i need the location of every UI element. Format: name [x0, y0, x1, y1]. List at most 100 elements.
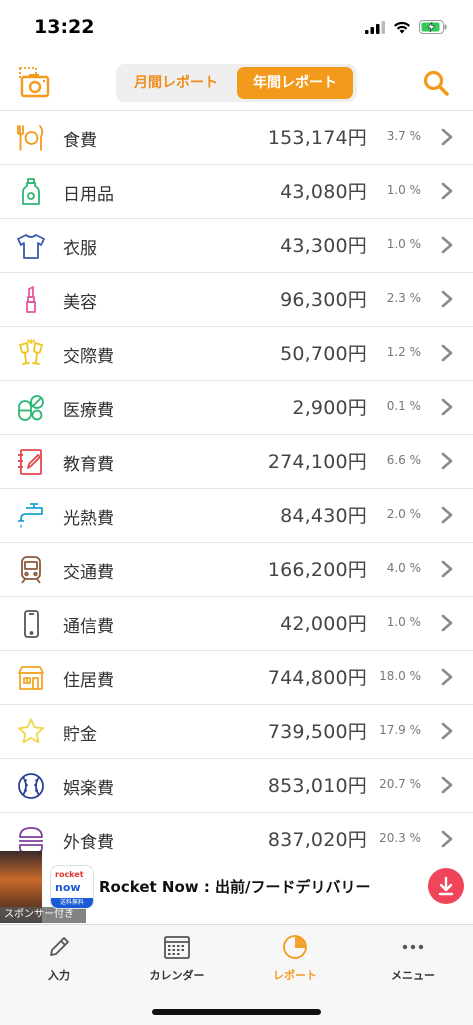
- tab-label: 入力: [48, 969, 70, 982]
- calendar-icon: [164, 936, 190, 959]
- ad-banner[interactable]: スポンサー付き rocket now 送料無料 Rocket Now : 出前/…: [0, 851, 473, 923]
- category-percent: 20.3 %: [379, 831, 421, 845]
- lipstick-icon: [26, 286, 36, 313]
- pie-chart-icon: [283, 935, 307, 959]
- category-row-transportation[interactable]: 交通費 166,200円 4.0 %: [0, 543, 473, 597]
- category-row-savings[interactable]: 貯金 739,500円 17.9 %: [0, 705, 473, 759]
- category-percent: 2.0 %: [386, 507, 421, 521]
- category-amount: 43,080円: [280, 181, 367, 203]
- faucet-icon: [18, 503, 43, 528]
- category-percent: 1.0 %: [386, 237, 421, 251]
- tab-label: カレンダー: [149, 969, 205, 982]
- chevron-right-icon: [441, 614, 453, 632]
- category-label: 外食費: [63, 833, 114, 853]
- category-label: 衣服: [63, 239, 97, 259]
- camera-icon: [19, 67, 50, 98]
- chevron-right-icon: [441, 506, 453, 524]
- category-row-entertainment[interactable]: 娯楽費 853,010円 20.7 %: [0, 759, 473, 813]
- category-label: 食費: [63, 131, 97, 151]
- chevron-right-icon: [441, 290, 453, 308]
- chevron-right-icon: [441, 560, 453, 578]
- category-amount: 84,430円: [280, 505, 367, 527]
- category-percent: 1.2 %: [386, 345, 421, 359]
- house-icon: [18, 666, 44, 690]
- chevron-right-icon: [441, 236, 453, 254]
- notebook-pencil-icon: [18, 449, 42, 475]
- category-row-medical[interactable]: 医療費 2,900円 0.1 %: [0, 381, 473, 435]
- category-row-communication[interactable]: 通信費 42,000円 1.0 %: [0, 597, 473, 651]
- category-label: 医療費: [63, 401, 114, 421]
- category-percent: 6.6 %: [386, 453, 421, 467]
- category-label: 教育費: [63, 455, 114, 475]
- category-list: 食費 153,174円 3.7 % 日用品 43,080円 1.0 % 衣服 4…: [0, 111, 473, 867]
- tab-calendar[interactable]: カレンダー: [118, 933, 236, 983]
- download-icon: [438, 876, 454, 896]
- category-percent: 1.0 %: [386, 183, 421, 197]
- category-percent: 4.0 %: [386, 561, 421, 575]
- category-label: 娯楽費: [63, 779, 114, 799]
- category-amount: 739,500円: [267, 721, 367, 743]
- category-label: 光熱費: [63, 509, 114, 529]
- ad-app-logo[interactable]: rocket now 送料無料: [50, 865, 94, 909]
- category-percent: 1.0 %: [386, 615, 421, 629]
- ad-download-button[interactable]: [428, 868, 464, 904]
- status-icons: [365, 20, 447, 34]
- category-row-utilities[interactable]: 光熱費 84,430円 2.0 %: [0, 489, 473, 543]
- category-label: 通信費: [63, 617, 114, 637]
- category-label: 住居費: [63, 671, 114, 691]
- category-amount: 744,800円: [267, 667, 367, 689]
- category-row-clothing[interactable]: 衣服 43,300円 1.0 %: [0, 219, 473, 273]
- chevron-right-icon: [441, 398, 453, 416]
- yearly-report-tab[interactable]: 年間レポート: [237, 67, 353, 99]
- pills-icon: [18, 395, 44, 421]
- category-amount: 853,010円: [267, 775, 367, 797]
- category-percent: 17.9 %: [379, 723, 421, 737]
- chevron-right-icon: [441, 668, 453, 686]
- chevron-right-icon: [441, 830, 453, 848]
- wifi-icon: [394, 21, 410, 33]
- category-amount: 42,000円: [280, 613, 367, 635]
- category-percent: 20.7 %: [379, 777, 421, 791]
- tshirt-icon: [17, 234, 45, 259]
- tab-label: レポート: [273, 969, 317, 982]
- search-button[interactable]: [421, 68, 451, 98]
- chevron-right-icon: [441, 182, 453, 200]
- report-period-segmented-control: 月間レポート 年間レポート: [116, 64, 357, 102]
- category-amount: 43,300円: [280, 235, 367, 257]
- category-label: 交通費: [63, 563, 114, 583]
- tab-input[interactable]: 入力: [0, 933, 118, 983]
- fork-plate-knife-icon: [17, 125, 44, 151]
- more-dots-icon: [402, 944, 424, 950]
- ad-title[interactable]: Rocket Now : 出前/フードデリバリー: [99, 876, 371, 897]
- home-indicator: [152, 1009, 321, 1015]
- monthly-report-tab[interactable]: 月間レポート: [120, 67, 232, 99]
- category-row-social[interactable]: 交際費 50,700円 1.2 %: [0, 327, 473, 381]
- chevron-right-icon: [441, 722, 453, 740]
- category-label: 美容: [63, 293, 97, 313]
- ad-logo-text-bottom: 送料無料: [51, 898, 93, 908]
- category-row-education[interactable]: 教育費 274,100円 6.6 %: [0, 435, 473, 489]
- category-amount: 166,200円: [267, 559, 367, 581]
- ad-logo-text-mid: now: [55, 881, 81, 894]
- category-row-daily-goods[interactable]: 日用品 43,080円 1.0 %: [0, 165, 473, 219]
- detergent-bottle-icon: [22, 178, 40, 205]
- category-row-food[interactable]: 食費 153,174円 3.7 %: [0, 111, 473, 165]
- tab-report[interactable]: レポート: [236, 933, 354, 983]
- category-label: 日用品: [63, 185, 114, 205]
- chevron-right-icon: [441, 452, 453, 470]
- tab-label: メニュー: [391, 969, 435, 982]
- champagne-glasses-icon: [19, 339, 43, 365]
- category-amount: 50,700円: [280, 343, 367, 365]
- chevron-right-icon: [441, 776, 453, 794]
- status-time: 13:22: [34, 16, 95, 38]
- category-percent: 2.3 %: [386, 291, 421, 305]
- category-amount: 153,174円: [267, 127, 367, 149]
- ad-logo-text-top: rocket: [55, 870, 84, 879]
- category-row-housing[interactable]: 住居費 744,800円 18.0 %: [0, 651, 473, 705]
- category-row-beauty[interactable]: 美容 96,300円 2.3 %: [0, 273, 473, 327]
- receipt-camera-button[interactable]: [18, 66, 52, 100]
- sponsored-label: スポンサー付き: [0, 907, 86, 923]
- tab-menu[interactable]: メニュー: [354, 933, 472, 983]
- smartphone-icon: [24, 610, 39, 638]
- chevron-right-icon: [441, 128, 453, 146]
